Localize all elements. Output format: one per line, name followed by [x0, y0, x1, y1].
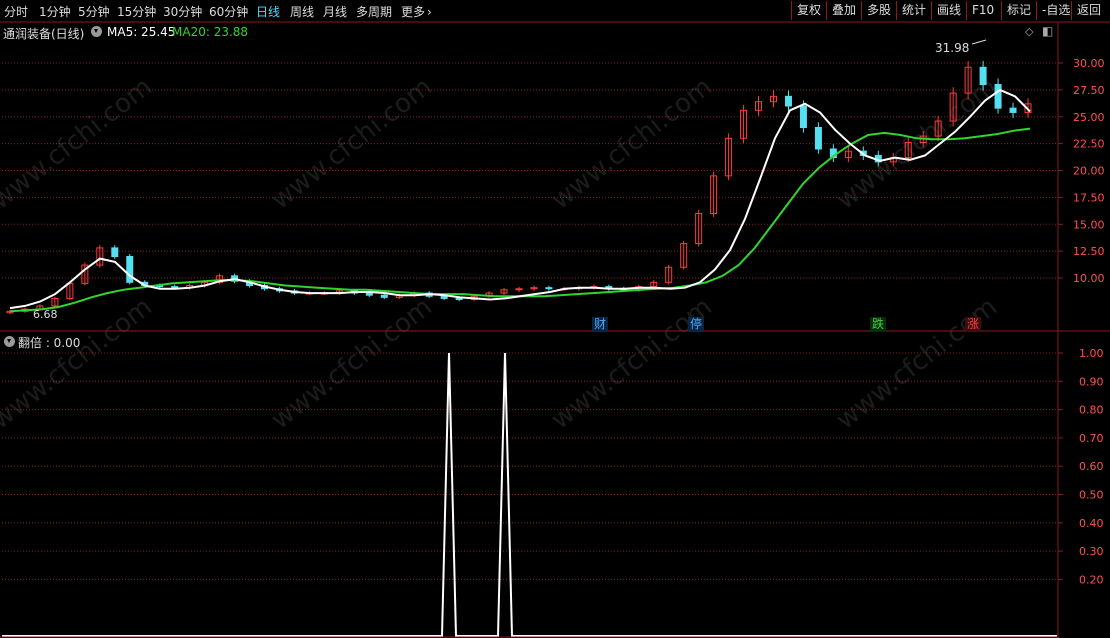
price-tick-label: 25.00 [1073, 111, 1105, 124]
indicator-dropdown-icon[interactable] [4, 336, 15, 347]
stock-title: 通润装备(日线) [3, 27, 85, 41]
price-tick-label: 12.50 [1073, 245, 1105, 258]
low-price-label: 6.68 [33, 308, 58, 321]
chart-canvas: www.cfchi.com www.cfchi.com www.cfchi.com w… [0, 21, 1110, 638]
moving-average-lines [9, 88, 1031, 313]
down-candle [111, 247, 119, 257]
indicator-label: 翻倍 : 0.00 [18, 336, 81, 350]
price-tick-label: 22.50 [1073, 138, 1105, 151]
price-tick-label: 15.00 [1073, 218, 1105, 231]
down-candle [799, 105, 807, 128]
indicator-tick-label: 0.40 [1079, 517, 1104, 530]
ma20-label: MA20: 23.88 [172, 25, 249, 39]
down-candle [365, 292, 373, 296]
price-tick-label: 17.50 [1073, 191, 1105, 204]
price-axis: 10.00 12.50 15.00 17.50 20.00 22.50 25.00 27.50… [1058, 57, 1105, 586]
down-candle [994, 84, 1002, 109]
down-candle [126, 256, 134, 283]
watermark-layer: www.cfchi.com www.cfchi.com www.cfchi.com w… [0, 72, 1003, 436]
ma5-label: MA5: 25.45 [107, 25, 176, 39]
down-candle [1009, 107, 1017, 113]
indicator-tick-label: 0.50 [1079, 489, 1104, 502]
limit-up-event[interactable]: 涨 [965, 317, 982, 332]
high-marker-line [971, 39, 987, 45]
down-candle [171, 286, 179, 289]
watermark-text: www.cfchi.com [0, 292, 158, 436]
price-tick-label: 10.00 [1073, 272, 1105, 285]
high-price-label: 31.98 [935, 41, 970, 55]
down-candle [814, 127, 822, 150]
diamond-icon[interactable]: ◇ [1025, 25, 1033, 38]
limit-down-event[interactable]: 跌 [870, 317, 887, 332]
price-tick-label: 27.50 [1073, 84, 1105, 97]
indicator-tick-label: 0.80 [1079, 404, 1104, 417]
down-candle [979, 66, 987, 86]
down-candle [784, 95, 792, 107]
price-tick-label: 20.00 [1073, 165, 1105, 178]
watermark-text: www.cfchi.com [266, 292, 438, 436]
ma5-line [9, 88, 1031, 310]
indicator-tick-label: 1.00 [1079, 347, 1104, 360]
watermark-text: www.cfchi.com [266, 72, 438, 216]
watermark-text: www.cfchi.com [831, 292, 1003, 436]
indicator-tick-label: 0.70 [1079, 432, 1104, 445]
panel-toggle-icon[interactable]: ◧ [1042, 24, 1053, 38]
indicator-tick-label: 0.20 [1079, 573, 1104, 586]
indicator-tick-label: 0.30 [1079, 545, 1104, 558]
settings-dropdown-icon[interactable] [91, 26, 102, 37]
down-candle [545, 287, 553, 290]
down-candle [440, 295, 448, 299]
financial-report-event[interactable]: 财 [592, 317, 609, 332]
down-candle [380, 294, 388, 298]
down-candle [455, 297, 463, 300]
price-tick-label: 30.00 [1073, 57, 1105, 70]
indicator-tick-label: 0.90 [1079, 375, 1104, 388]
indicator-tick-label: 0.60 [1079, 460, 1104, 473]
suspension-event[interactable]: 停 [688, 317, 705, 332]
watermark-text: www.cfchi.com [546, 292, 718, 436]
